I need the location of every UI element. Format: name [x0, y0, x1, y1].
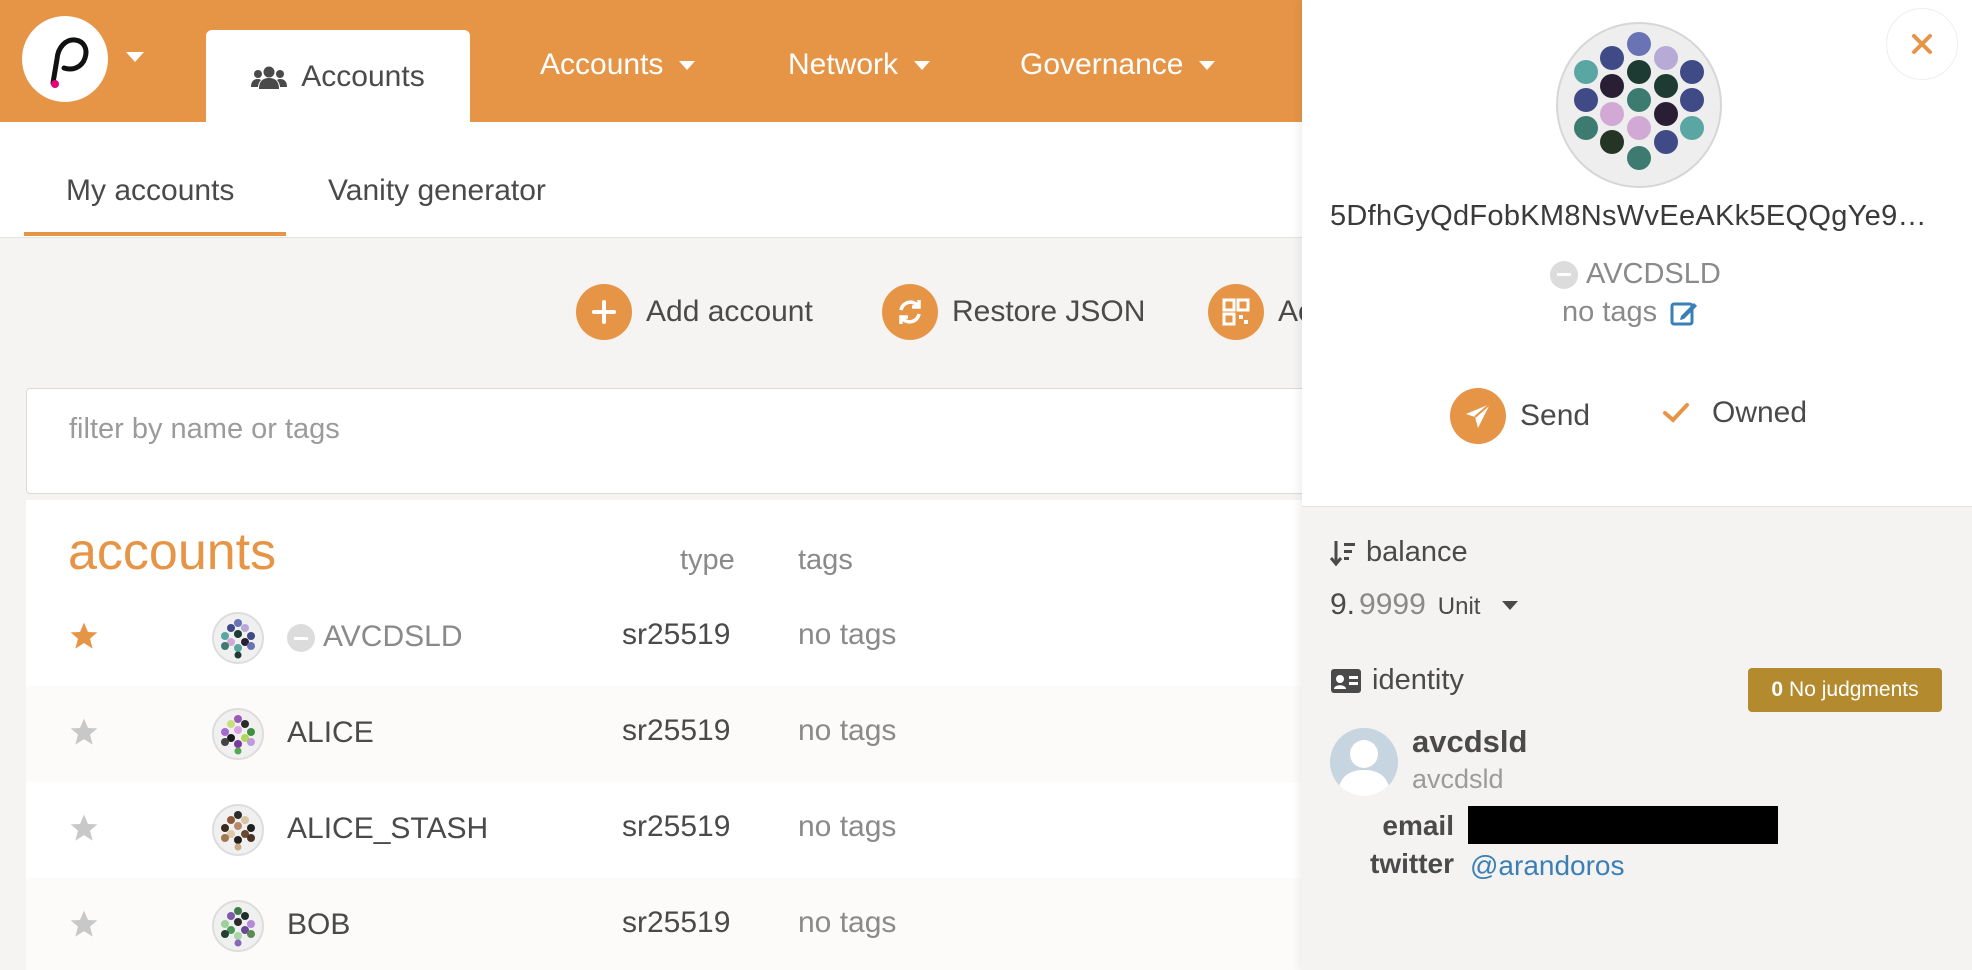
- judgments-count: 0: [1771, 678, 1784, 701]
- star-outline-icon[interactable]: [68, 716, 100, 748]
- tab-accounts-label: Accounts: [301, 60, 425, 93]
- menu-governance-label: Governance: [1020, 48, 1184, 81]
- sub-navigation: My accounts Vanity generator: [0, 122, 1302, 238]
- account-type: sr25519: [622, 618, 731, 651]
- sort-amount-icon: [1330, 540, 1355, 566]
- active-tab-indicator: [24, 232, 286, 236]
- table-title: accounts: [68, 523, 277, 581]
- chevron-down-icon: [1199, 60, 1216, 70]
- menu-network-label: Network: [788, 48, 899, 81]
- users-icon: [251, 66, 288, 89]
- menu-governance[interactable]: Governance: [1020, 48, 1216, 82]
- filter-input[interactable]: [69, 409, 1169, 449]
- send-label: Send: [1520, 399, 1591, 432]
- identicon-avatar-large[interactable]: [1556, 22, 1722, 188]
- account-name-display: AVCDSLD: [1550, 258, 1721, 291]
- plus-icon: [576, 284, 632, 340]
- close-button[interactable]: [1886, 8, 1958, 80]
- sync-icon: [882, 284, 938, 340]
- add-account-button[interactable]: Add account: [576, 284, 813, 340]
- identicon-avatar: [212, 804, 264, 856]
- paper-plane-icon: [1450, 388, 1506, 444]
- table-row[interactable]: BOB sr25519 no tags: [26, 878, 1302, 970]
- check-icon: [1663, 403, 1689, 423]
- filter-box: [26, 388, 1326, 494]
- menu-accounts-label: Accounts: [540, 48, 664, 81]
- restore-json-label: Restore JSON: [952, 295, 1146, 328]
- account-type: sr25519: [622, 714, 731, 747]
- account-tags-display: no tags: [1562, 296, 1699, 329]
- tab-accounts-active[interactable]: Accounts: [206, 30, 470, 124]
- tab-vanity-generator[interactable]: Vanity generator: [328, 174, 546, 208]
- table-row[interactable]: AVCDSLD sr25519 no tags: [26, 590, 1302, 686]
- chevron-down-icon[interactable]: [1502, 600, 1519, 610]
- identicon-avatar: [212, 612, 264, 664]
- account-address[interactable]: 5DfhGyQdFobKM8NsWvEeAKk5EQQgYe9A…: [1330, 200, 1942, 233]
- identity-display-name: avcdsld: [1412, 724, 1528, 759]
- polkadot-p-icon: [50, 37, 89, 88]
- add-account-label: Add account: [646, 295, 813, 328]
- balance-frac: 9999: [1359, 588, 1426, 621]
- twitter-key: twitter: [1370, 848, 1454, 879]
- twitter-link[interactable]: @arandoros: [1470, 850, 1625, 882]
- judgments-badge: 0 No judgments: [1748, 668, 1942, 712]
- email-key: email: [1382, 810, 1454, 841]
- account-type: sr25519: [622, 906, 731, 939]
- close-icon: [1912, 34, 1932, 54]
- minus-circle-icon: [1550, 260, 1578, 289]
- judgments-label: No judgments: [1789, 678, 1919, 701]
- minus-circle-icon: [287, 624, 315, 653]
- balance-label: balance: [1366, 536, 1468, 568]
- balance-section-label: balance: [1330, 536, 1468, 569]
- owned-indicator: Owned: [1662, 396, 1807, 430]
- restore-json-button[interactable]: Restore JSON: [882, 284, 1145, 340]
- account-type: sr25519: [622, 810, 731, 843]
- star-outline-icon[interactable]: [68, 908, 100, 940]
- edit-icon[interactable]: [1669, 298, 1699, 328]
- send-button[interactable]: Send: [1450, 388, 1590, 444]
- account-name-text: AVCDSLD: [323, 620, 463, 653]
- id-card-icon: [1331, 668, 1361, 693]
- account-details-section: [1302, 506, 1972, 970]
- balance-unit: Unit: [1437, 593, 1481, 620]
- account-name[interactable]: ALICE_STASH: [287, 812, 488, 846]
- balance-int: 9.: [1330, 588, 1356, 621]
- tab-my-accounts[interactable]: My accounts: [66, 174, 234, 208]
- user-silhouette-icon: [1338, 740, 1390, 796]
- table-row[interactable]: ALICE sr25519 no tags: [26, 686, 1302, 782]
- email-value-redacted: [1468, 806, 1778, 844]
- panel-tags-text: no tags: [1562, 296, 1658, 328]
- account-name[interactable]: BOB: [287, 908, 350, 942]
- account-tags: no tags: [798, 714, 897, 747]
- balance-value[interactable]: 9. 9999 Unit: [1330, 588, 1519, 622]
- add-via-qr-button[interactable]: Ac: [1208, 284, 1313, 340]
- accounts-table: accounts type tags AVCDSLD sr25519 no ta…: [26, 500, 1302, 970]
- account-tags: no tags: [798, 906, 897, 939]
- column-header-tags: tags: [798, 544, 853, 576]
- identity-label: identity: [1372, 664, 1464, 696]
- identity-avatar: [1330, 728, 1398, 796]
- panel-name-text: AVCDSLD: [1586, 258, 1721, 290]
- star-filled-icon[interactable]: [68, 620, 100, 652]
- owned-label: Owned: [1712, 396, 1808, 429]
- qrcode-icon: [1208, 284, 1264, 340]
- account-name[interactable]: ALICE: [287, 716, 374, 750]
- identity-section-label: identity: [1330, 664, 1464, 697]
- chevron-down-icon: [679, 60, 696, 70]
- polkadot-logo[interactable]: [22, 16, 108, 102]
- column-header-type: type: [680, 544, 735, 576]
- identity-legal-name: avcdsld: [1412, 764, 1504, 794]
- table-row[interactable]: ALICE_STASH sr25519 no tags: [26, 782, 1302, 878]
- account-tags: no tags: [798, 810, 897, 843]
- account-name[interactable]: AVCDSLD: [287, 620, 462, 654]
- account-tags: no tags: [798, 618, 897, 651]
- identicon-avatar: [212, 900, 264, 952]
- menu-accounts[interactable]: Accounts: [540, 48, 696, 82]
- star-outline-icon[interactable]: [68, 812, 100, 844]
- menu-network[interactable]: Network: [788, 48, 931, 82]
- identicon-avatar: [212, 708, 264, 760]
- chain-selector-chevron-icon[interactable]: [126, 52, 144, 62]
- chevron-down-icon: [914, 60, 931, 70]
